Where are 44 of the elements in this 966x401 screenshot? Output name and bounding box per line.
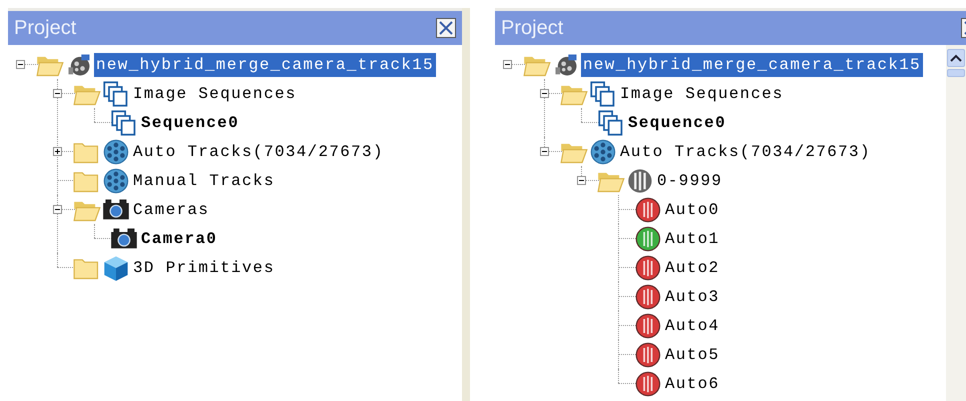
tree-item[interactable]: Auto1 <box>663 226 722 250</box>
scroll-up-button[interactable] <box>947 49 965 67</box>
tree-item[interactable]: Auto6 <box>663 372 722 396</box>
panel-title: Project <box>14 16 76 40</box>
tree-item[interactable]: Auto5 <box>663 342 722 366</box>
reel-icon <box>102 138 130 166</box>
tree-item[interactable]: Manual Tracks <box>131 168 277 192</box>
tree-item[interactable]: Auto4 <box>663 314 722 338</box>
stacked-frames-icon <box>597 108 625 136</box>
scrollbar[interactable] <box>946 45 966 401</box>
reel-icon <box>589 138 617 166</box>
tree-item[interactable]: Auto Tracks(7034/27673) <box>131 140 386 164</box>
collapse-toggle[interactable] <box>540 89 548 98</box>
tree-item[interactable]: Auto2 <box>663 256 722 280</box>
striped-circle-icon <box>626 166 654 194</box>
close-button[interactable] <box>436 18 456 38</box>
collapse-toggle[interactable] <box>540 147 548 156</box>
tree-item[interactable]: new_hybrid_merge_camera_track15 <box>581 52 923 76</box>
panel-title: Project <box>501 16 564 40</box>
collapse-toggle[interactable] <box>16 60 24 69</box>
tree-item[interactable]: Image Sequences <box>618 82 786 106</box>
tree-item[interactable]: Auto0 <box>663 198 722 222</box>
stacked-frames-icon <box>110 108 138 136</box>
expand-toggle[interactable] <box>52 147 62 156</box>
stacked-frames-icon <box>589 80 617 108</box>
collapse-toggle[interactable] <box>52 89 62 98</box>
tree-item[interactable]: Sequence0 <box>139 110 242 134</box>
scrollbar-thumb[interactable] <box>947 69 965 77</box>
tree-item[interactable]: 3D Primitives <box>131 256 277 280</box>
tree-item[interactable]: Camera0 <box>139 226 220 250</box>
tree-item[interactable]: Image Sequences <box>131 82 299 106</box>
tree-item[interactable]: new_hybrid_merge_camera_track15 <box>94 52 436 76</box>
reel-icon <box>102 166 130 194</box>
collapse-toggle[interactable] <box>502 60 512 69</box>
stacked-frames-icon <box>102 80 130 108</box>
tree-item[interactable]: Cameras <box>131 198 212 222</box>
caret-up-icon <box>950 54 962 62</box>
tree-item[interactable]: Auto3 <box>663 284 722 308</box>
tree-item[interactable]: 0-9999 <box>655 168 724 192</box>
collapse-toggle[interactable] <box>52 205 62 214</box>
tree-item[interactable]: Auto Tracks(7034/27673) <box>618 140 873 164</box>
collapse-toggle[interactable] <box>576 176 586 185</box>
tree-item[interactable]: Sequence0 <box>626 110 728 134</box>
cube-icon <box>102 254 130 282</box>
